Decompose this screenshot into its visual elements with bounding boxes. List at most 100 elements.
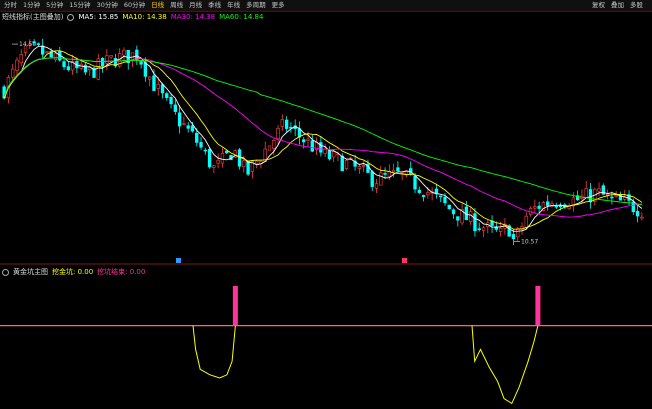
event-flag-1 (402, 258, 407, 263)
candle-body (83, 64, 88, 73)
candle-body (443, 196, 447, 204)
candle-body (53, 53, 58, 60)
candle-body (203, 149, 207, 152)
candle-body (413, 176, 417, 190)
candle-body (100, 57, 105, 67)
candle-body (207, 148, 212, 168)
candle-body (216, 159, 220, 164)
candle-body (319, 142, 323, 153)
candle-body (246, 160, 250, 175)
dig-end-signal-0 (232, 285, 238, 326)
candle-body (195, 132, 199, 143)
candle-body (456, 216, 460, 221)
candle-body (379, 172, 383, 186)
candle-body (173, 104, 178, 112)
candle-body (284, 119, 289, 129)
candle-body (147, 76, 152, 80)
candle-body (310, 140, 314, 152)
candle-body (498, 227, 503, 232)
ma-line-ma60 (3, 57, 642, 206)
candle-body (139, 61, 143, 65)
candle-body (254, 160, 259, 165)
candle-body (340, 155, 344, 172)
candle-body (40, 45, 45, 55)
event-flags-group (176, 258, 407, 263)
candle-body (374, 183, 379, 189)
candle-body (391, 169, 396, 173)
candle-body (640, 216, 644, 219)
event-flag-0 (176, 258, 181, 263)
dig-end-signal-1 (535, 285, 541, 326)
gold-pit-line-1 (471, 325, 539, 405)
candle-body (421, 195, 426, 197)
candle-body (417, 189, 421, 193)
candle-body (533, 206, 537, 209)
sub-indicator-group (0, 285, 652, 405)
candle-body (156, 83, 160, 89)
candle-body (396, 167, 400, 172)
candle-body (225, 150, 229, 154)
candle-body (554, 205, 558, 208)
candle-body (169, 97, 173, 105)
candle-body (66, 66, 71, 71)
candle-body (610, 196, 614, 199)
candle-body (481, 227, 486, 231)
candle-body (160, 84, 165, 94)
candle-body (332, 151, 336, 158)
candle-body (473, 213, 477, 232)
candle-body (546, 201, 550, 206)
candle-body (477, 228, 481, 230)
candle-body (468, 211, 473, 222)
candle-body (11, 68, 15, 78)
candle-body (109, 55, 113, 58)
candle-body (152, 75, 156, 91)
candle-body (186, 125, 190, 129)
candle-body (584, 188, 588, 198)
candle-body (62, 61, 66, 68)
candle-body (280, 119, 285, 127)
candle-body (15, 59, 19, 71)
candle-body (276, 128, 280, 140)
candle-body (597, 188, 601, 192)
candle-body (361, 165, 366, 167)
candle-body (267, 145, 272, 151)
candle-body (451, 209, 456, 215)
candle-body (212, 165, 216, 168)
candle-body (426, 192, 430, 196)
gold-pit-line-0 (192, 325, 236, 379)
candle-body (45, 51, 49, 53)
candle-body (635, 211, 640, 217)
candle-body (344, 160, 349, 169)
candle-body (96, 58, 100, 80)
candle-body (122, 49, 126, 56)
candle-body (190, 125, 195, 132)
candle-body (511, 234, 516, 240)
candle-body (272, 140, 276, 149)
candle-body (383, 173, 387, 175)
candle-body (242, 160, 246, 167)
candle-body (199, 142, 203, 148)
candle-body (36, 43, 41, 45)
candle-body (588, 189, 593, 203)
candle-body (105, 55, 109, 64)
candle-body (524, 215, 528, 228)
candle-body (220, 153, 225, 164)
candle-body (165, 93, 169, 98)
candle-body (537, 205, 541, 209)
candle-body (447, 204, 451, 210)
candle-body (182, 123, 186, 125)
candles-group (2, 38, 644, 246)
candle-body (370, 171, 374, 187)
candle-body (177, 112, 182, 127)
candle-body (19, 54, 23, 64)
ma-line-ma30 (3, 57, 642, 218)
candle-body (327, 150, 332, 160)
candle-body (614, 194, 618, 197)
high-price-label: 14.50 (19, 41, 36, 48)
candle-body (516, 228, 520, 238)
candle-body (143, 62, 148, 77)
candle-body (306, 138, 310, 141)
candle-body (439, 195, 443, 198)
candle-body (302, 139, 306, 143)
candle-body (400, 172, 404, 174)
